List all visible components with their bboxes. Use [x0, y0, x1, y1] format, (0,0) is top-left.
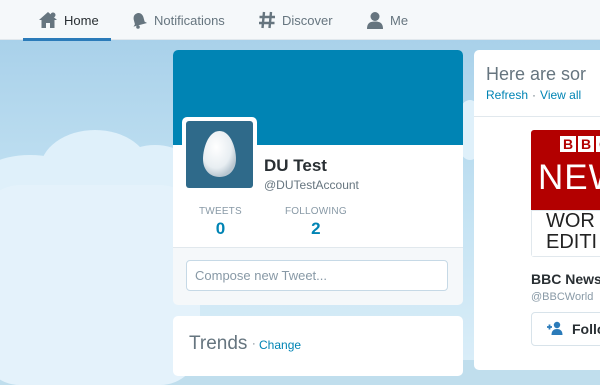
- cloud: [0, 185, 200, 385]
- view-all-link[interactable]: View all: [540, 88, 581, 102]
- nav-discover[interactable]: Discover: [258, 0, 333, 40]
- follow-button-label: Follo: [572, 321, 600, 337]
- stat-tweets[interactable]: TWEETS 0: [199, 206, 242, 239]
- divider: [474, 116, 600, 117]
- top-navigation: Home Notifications Discover Me: [0, 0, 600, 41]
- profile-handle[interactable]: @DUTestAccount: [264, 178, 359, 192]
- stat-tweets-count: 0: [215, 219, 226, 238]
- bbc-letter-box: B: [560, 136, 576, 152]
- stat-following-label: FOLLOWING: [285, 206, 347, 217]
- profile-name[interactable]: DU Test: [264, 156, 327, 176]
- bell-icon: [130, 11, 148, 29]
- refresh-link[interactable]: Refresh: [486, 88, 528, 102]
- nav-notifications-label: Notifications: [154, 12, 225, 28]
- nav-home[interactable]: Home: [23, 0, 111, 41]
- who-to-follow-card: Here are sor Refresh ·View all B B C NEW …: [474, 50, 600, 370]
- nav-me-label: Me: [390, 12, 409, 28]
- stat-following[interactable]: FOLLOWING 2: [285, 206, 347, 239]
- home-icon: [38, 11, 58, 29]
- stat-tweets-label: TWEETS: [199, 206, 242, 217]
- trends-separator: ·: [252, 338, 256, 350]
- egg-icon: [203, 131, 236, 177]
- nav-me[interactable]: Me: [366, 0, 408, 40]
- divider: [173, 247, 463, 248]
- trends-change-link[interactable]: Change: [259, 338, 301, 352]
- suggestion-avatar[interactable]: B B C NEW WOR EDITI: [531, 130, 600, 257]
- profile-card: DU Test @DUTestAccount TWEETS 0 FOLLOWIN…: [173, 50, 463, 305]
- bbc-logo-edition: EDITI: [546, 231, 598, 253]
- bbc-logo-red: B B C NEW: [531, 130, 600, 210]
- compose-tweet-input[interactable]: Compose new Tweet...: [186, 260, 448, 291]
- bbc-letter-box: C: [596, 136, 600, 152]
- who-to-follow-title: Here are sor: [486, 64, 587, 84]
- stat-following-count: 2: [311, 219, 321, 238]
- nav-home-label: Home: [64, 12, 99, 28]
- follow-button[interactable]: Follo: [531, 312, 600, 346]
- add-person-icon: [546, 321, 564, 338]
- trends-title: Trends: [189, 333, 248, 354]
- bbc-logo-news: NEW: [538, 158, 600, 197]
- trends-card: Trends · Change: [173, 316, 463, 376]
- suggestion-handle[interactable]: @BBCWorld: [531, 291, 593, 303]
- person-icon: [366, 11, 384, 29]
- link-separator: ·: [532, 88, 537, 102]
- who-to-follow-links: Refresh · View all: [486, 88, 581, 102]
- bbc-letter-box: B: [578, 136, 594, 152]
- avatar[interactable]: [186, 121, 253, 188]
- suggestion-name[interactable]: BBC News: [531, 271, 600, 287]
- bbc-logo-world: WOR: [546, 210, 595, 232]
- nav-discover-label: Discover: [282, 12, 333, 28]
- active-tab-indicator: [23, 38, 111, 41]
- hashtag-icon: [258, 11, 276, 29]
- nav-notifications[interactable]: Notifications: [130, 0, 225, 40]
